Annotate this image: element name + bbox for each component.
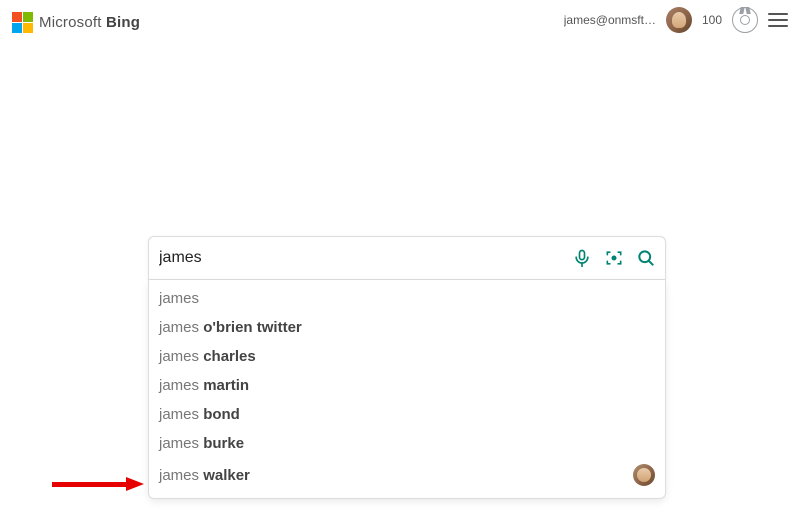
suggestion-item[interactable]: james charles: [149, 342, 665, 371]
microsoft-tiles-icon: [12, 12, 33, 33]
suggestion-avatar-icon: [633, 464, 655, 486]
hamburger-menu-icon[interactable]: [768, 13, 788, 27]
search-container: james james o'brien twitter james charle…: [148, 236, 666, 499]
header: Microsoft Bing james@onmsft… 100: [0, 0, 800, 40]
search-box: [148, 236, 666, 280]
suggestion-item[interactable]: james bond: [149, 400, 665, 429]
search-actions: [571, 247, 657, 269]
suggestion-item[interactable]: james o'brien twitter: [149, 313, 665, 342]
suggestion-item[interactable]: james: [149, 284, 665, 313]
brand-text: Microsoft Bing: [39, 14, 140, 31]
user-email[interactable]: james@onmsft…: [564, 13, 656, 27]
rewards-medal-icon[interactable]: [732, 7, 758, 33]
annotation-arrow: [52, 477, 152, 491]
microphone-icon[interactable]: [571, 247, 593, 269]
search-input[interactable]: [159, 249, 571, 267]
user-avatar[interactable]: [666, 7, 692, 33]
search-icon[interactable]: [635, 247, 657, 269]
bing-logo[interactable]: Microsoft Bing: [12, 8, 140, 33]
suggestion-item[interactable]: james walker: [149, 458, 665, 492]
suggestion-item[interactable]: james martin: [149, 371, 665, 400]
rewards-points[interactable]: 100: [702, 13, 722, 27]
suggestion-item[interactable]: james burke: [149, 429, 665, 458]
suggestions-dropdown: james james o'brien twitter james charle…: [148, 280, 666, 499]
header-right: james@onmsft… 100: [564, 7, 788, 33]
camera-search-icon[interactable]: [603, 247, 625, 269]
